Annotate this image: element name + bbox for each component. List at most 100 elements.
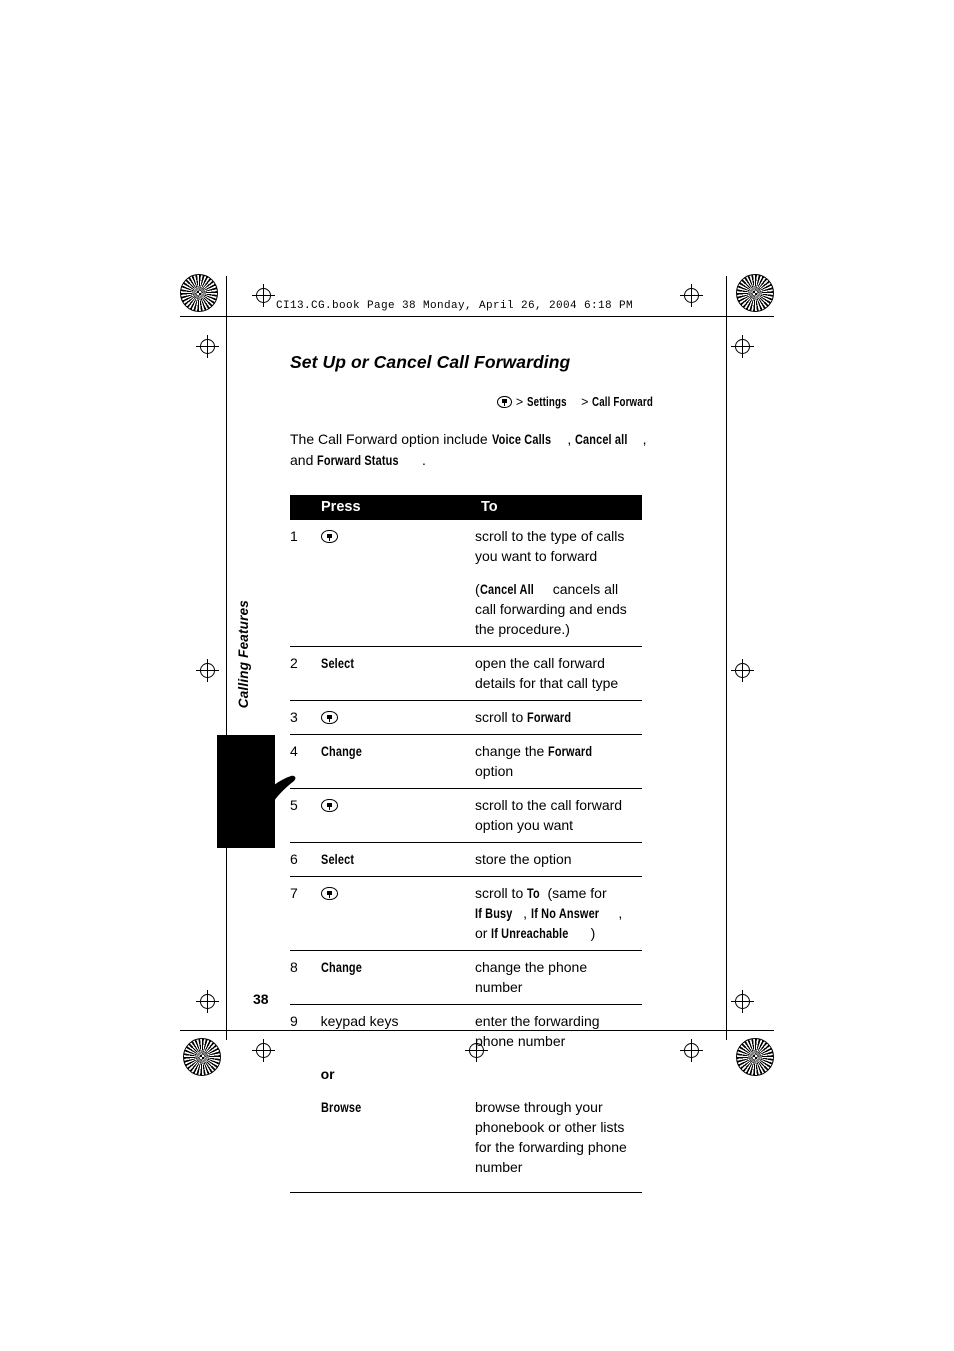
step-action-note: (Cancel All cancels all call forwarding … bbox=[475, 573, 642, 647]
crop-rule-left bbox=[226, 276, 227, 1040]
registration-dot-top-right bbox=[736, 274, 774, 312]
page-content: Set Up or Cancel Call Forwarding > Setti… bbox=[290, 352, 670, 1193]
table-row-or: or bbox=[290, 1058, 642, 1091]
step-press-cell: Select bbox=[320, 646, 475, 701]
step-number: 5 bbox=[290, 788, 321, 843]
nav-key-icon bbox=[320, 799, 338, 812]
intro-bold-cancel-all: Cancel all bbox=[575, 431, 628, 447]
procedure-table: Press To 1 scroll to the type of calls y… bbox=[290, 495, 642, 1184]
registration-mark-right-center bbox=[731, 659, 754, 682]
action-bold-forward: Forward bbox=[527, 709, 572, 725]
intro-paragraph: The Call Forward option include Voice Ca… bbox=[290, 429, 670, 471]
action-bold-forward: Forward bbox=[548, 743, 593, 759]
intro-bold-forward-status: Forward Status bbox=[317, 452, 399, 468]
table-header-row: Press To bbox=[290, 495, 642, 520]
crop-rule-top bbox=[180, 316, 774, 317]
table-row-note: (Cancel All cancels all call forwarding … bbox=[290, 573, 642, 647]
step-press-cell bbox=[320, 520, 475, 573]
breadcrumb: > Settings > Call Forward bbox=[290, 395, 670, 409]
step-press-cell: Change bbox=[320, 734, 475, 789]
action-lead: scroll to bbox=[475, 709, 528, 725]
action-bold-to: To bbox=[527, 885, 540, 901]
softkey-label-select: Select bbox=[320, 655, 354, 671]
step-number: 3 bbox=[290, 700, 321, 735]
menu-icon bbox=[497, 396, 513, 408]
registration-mark-bl-inner bbox=[252, 1039, 275, 1062]
alternative-label-or: or bbox=[320, 1066, 335, 1082]
table-row: 2 Select open the call forward details f… bbox=[290, 646, 642, 701]
column-header-press: Press bbox=[290, 495, 475, 520]
step-number-blank bbox=[290, 1058, 321, 1091]
chapter-side-label: Calling Features bbox=[236, 600, 251, 709]
breadcrumb-item-settings: Settings bbox=[526, 395, 567, 409]
page-number: 38 bbox=[253, 991, 269, 1007]
registration-mark-tr-inner bbox=[680, 284, 703, 307]
document-page: CI13.CG.book Page 38 Monday, April 26, 2… bbox=[0, 0, 954, 1351]
action-bold-if-no-answer: If No Answer bbox=[530, 905, 600, 921]
step-action-cell: open the call forward details for that c… bbox=[475, 646, 642, 701]
note-lead: ( bbox=[475, 581, 480, 597]
step-press-cell: Select bbox=[320, 842, 475, 877]
step-number: 6 bbox=[290, 842, 321, 877]
registration-mark-left-center bbox=[196, 659, 219, 682]
step-number: 8 bbox=[290, 950, 321, 1005]
step-action-cell: scroll to the type of calls you want to … bbox=[475, 528, 625, 564]
step-number-blank bbox=[290, 573, 321, 647]
action-seq-2: (same for bbox=[543, 885, 607, 901]
breadcrumb-separator-2: > bbox=[581, 395, 589, 409]
step-number: 1 bbox=[290, 528, 298, 544]
step-action-blank bbox=[475, 1058, 642, 1091]
step-action-cell: enter the forwarding phone number bbox=[475, 1004, 642, 1058]
step-press-cell bbox=[320, 876, 475, 951]
step-press-cell: Browse bbox=[321, 1091, 475, 1184]
step-action-cell: change the Forward option bbox=[475, 734, 642, 789]
softkey-label-browse: Browse bbox=[320, 1099, 362, 1115]
page-title: Set Up or Cancel Call Forwarding bbox=[290, 352, 571, 372]
action-tail: option bbox=[475, 763, 514, 779]
file-header-text: CI13.CG.book Page 38 Monday, April 26, 2… bbox=[276, 300, 634, 312]
table-bottom-rule bbox=[290, 1192, 642, 1193]
table-row: 6 Select store the option bbox=[290, 842, 642, 877]
registration-dot-bottom-left bbox=[183, 1038, 221, 1076]
step-number: 2 bbox=[290, 646, 321, 701]
nav-key-icon bbox=[320, 530, 338, 543]
intro-text-1: The Call Forward option include bbox=[290, 431, 492, 447]
step-press-cell: keypad keys bbox=[320, 1004, 475, 1058]
step-number-blank bbox=[290, 1091, 321, 1184]
step-action-cell: scroll to Forward bbox=[475, 700, 642, 735]
softkey-label-change: Change bbox=[320, 959, 362, 975]
step-number: 9 bbox=[290, 1004, 321, 1058]
step-action-cell: scroll to the call forward option you wa… bbox=[475, 788, 642, 843]
table-body: 1 scroll to the type of calls you want t… bbox=[290, 520, 642, 1184]
crop-rule-right bbox=[726, 276, 727, 1040]
table-row: 7 scroll to To (same for If Busy, If No … bbox=[290, 876, 642, 951]
step-action-cell: scroll to To (same for If Busy, If No An… bbox=[475, 876, 642, 951]
step-press-cell bbox=[320, 788, 475, 843]
nav-key-icon bbox=[320, 711, 338, 724]
breadcrumb-separator-1: > bbox=[515, 395, 524, 409]
step-press-cell bbox=[320, 700, 475, 735]
step-action-cell: change the phone number bbox=[475, 950, 642, 1005]
intro-text-4: . bbox=[421, 452, 426, 468]
step-number: 4 bbox=[290, 734, 321, 789]
registration-mark-right-mid bbox=[731, 335, 754, 358]
action-bold-if-unreachable: If Unreachable bbox=[491, 925, 569, 941]
action-bold-if-busy: If Busy bbox=[475, 905, 513, 921]
breadcrumb-item-call-forward: Call Forward bbox=[591, 395, 653, 409]
softkey-label-change: Change bbox=[320, 743, 362, 759]
softkey-label-select: Select bbox=[320, 851, 354, 867]
registration-mark-left-low bbox=[196, 990, 219, 1013]
step-press-cell: Change bbox=[320, 950, 475, 1005]
table-row: 1 scroll to the type of calls you want t… bbox=[290, 520, 642, 573]
action-seq-8: ) bbox=[590, 925, 596, 941]
table-row: 9 keypad keys enter the forwarding phone… bbox=[290, 1004, 642, 1058]
table-row: Browse browse through your phonebook or … bbox=[290, 1091, 642, 1184]
step-number: 7 bbox=[290, 876, 321, 951]
step-action-cell: browse through your phonebook or other l… bbox=[475, 1099, 627, 1175]
registration-dot-top-left bbox=[180, 274, 218, 312]
column-header-to: To bbox=[475, 495, 642, 520]
step-action-cell: store the option bbox=[475, 842, 642, 877]
registration-mark-right-low bbox=[731, 990, 754, 1013]
action-seq-0: scroll to bbox=[475, 885, 528, 901]
table-row: 4 Change change the Forward option bbox=[290, 734, 642, 789]
